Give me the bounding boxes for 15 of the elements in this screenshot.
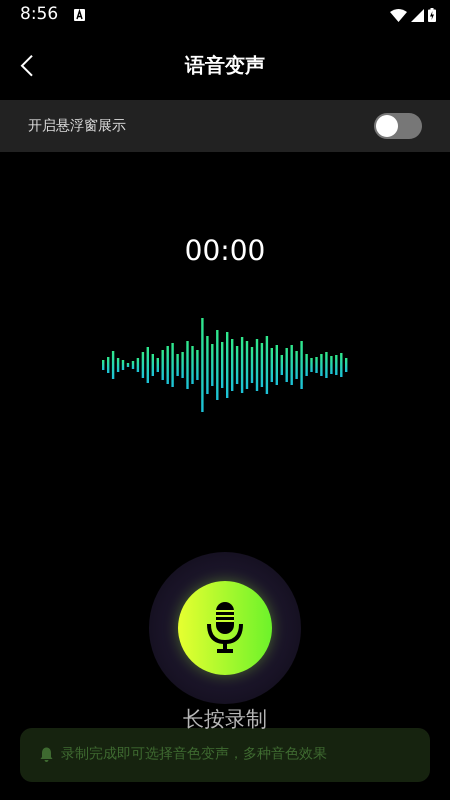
signal-icon: [411, 8, 424, 22]
timer-text: 00:00: [184, 233, 266, 269]
bell-icon: [40, 747, 53, 762]
page-title: 语音变声: [185, 52, 265, 79]
setting-label: 开启悬浮窗展示: [28, 116, 126, 136]
microphone-icon: [206, 602, 244, 654]
notification-icon: [74, 9, 86, 21]
record-button[interactable]: [178, 581, 272, 675]
record-hint: 长按录制: [183, 706, 267, 733]
battery-icon: [428, 8, 436, 22]
wifi-icon: [390, 8, 407, 22]
notice-text: 录制完成即可选择音色变声，多种音色效果: [61, 745, 327, 764]
back-icon: [20, 53, 34, 78]
toggle-switch[interactable]: [374, 113, 422, 139]
status-time: 8:56: [20, 3, 58, 26]
